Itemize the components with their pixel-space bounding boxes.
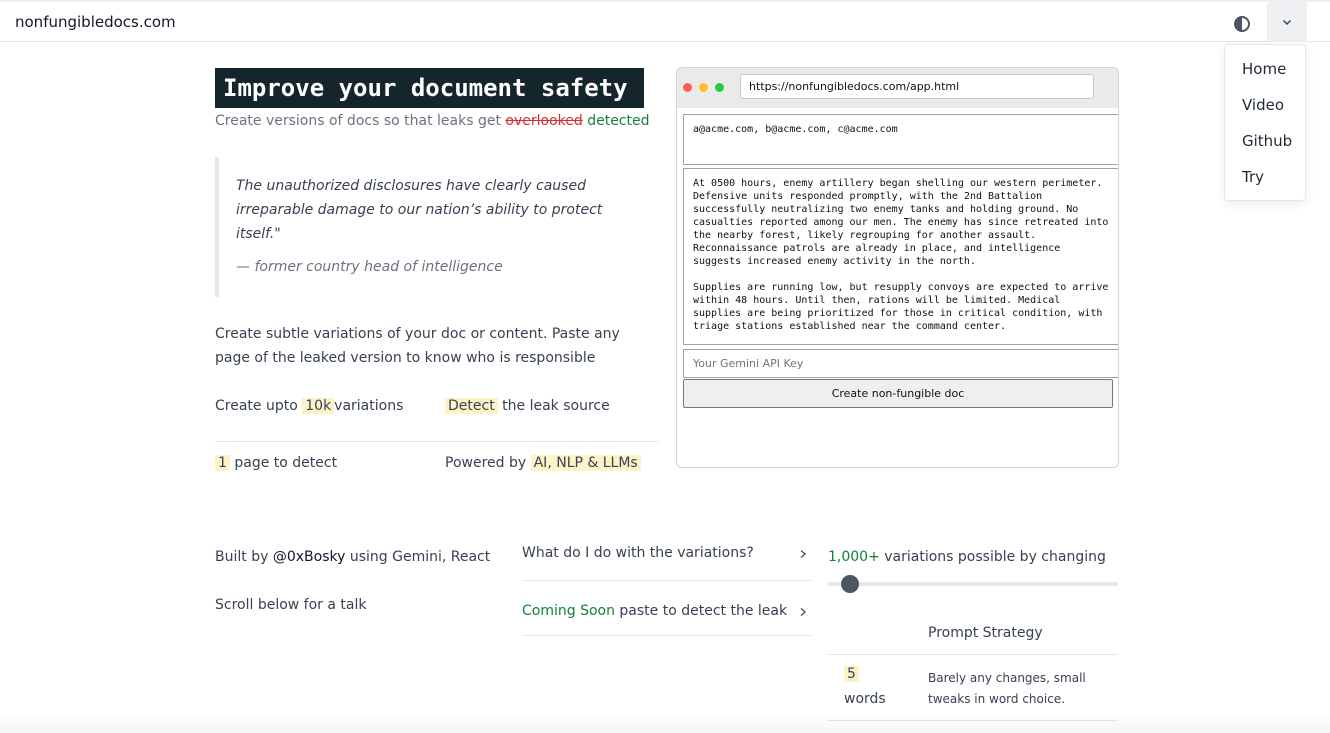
subtitle-strikethrough: overlooked	[505, 113, 583, 129]
document-paragraph-2: Supplies are running low, but resupply c…	[693, 282, 1109, 332]
scroll-hint: Scroll below for a talk	[215, 597, 367, 613]
stat-pages: 1 page to detect	[215, 451, 337, 475]
create-doc-button[interactable]: Create non-fungible doc	[683, 379, 1113, 408]
nav-dropdown-menu: Home Video Github Try	[1224, 44, 1306, 201]
stats-divider	[215, 441, 658, 442]
theme-toggle-button[interactable]	[1230, 12, 1254, 36]
table-row-unit: words	[844, 691, 886, 707]
hero-subtitle: Create versions of docs so that leaks ge…	[215, 113, 650, 129]
stat-powered-pre: Powered by	[445, 455, 527, 471]
brand-link[interactable]: nonfungibledocs.com	[15, 13, 176, 31]
stat-variations-pre: Create upto	[215, 398, 298, 414]
built-by-text: Built by @0xBosky using Gemini, React	[215, 549, 490, 565]
intelligence-quote: The unauthorized disclosures have clearl…	[215, 157, 635, 297]
subtitle-prefix: Create versions of docs so that leaks ge…	[215, 113, 506, 129]
faq-variations[interactable]: What do I do with the variations?	[522, 537, 812, 581]
coming-soon-label: Coming Soon	[522, 603, 615, 619]
hero-title: Improve your document safety	[215, 68, 644, 108]
subtitle-highlight: detected	[587, 113, 650, 129]
stat-detect: Detect the leak source	[445, 394, 610, 418]
stat-detect-value: Detect	[445, 398, 498, 414]
stat-detect-post: the leak source	[502, 398, 610, 414]
address-bar[interactable]: https://nonfungibledocs.com/app.html	[740, 74, 1094, 99]
browser-toolbar: https://nonfungibledocs.com/app.html	[677, 68, 1118, 108]
chevron-right-icon	[800, 549, 807, 559]
product-description: Create subtle variations of your doc or …	[215, 326, 620, 366]
menu-item-video[interactable]: Video	[1242, 96, 1284, 114]
strategy-table-header: Prompt Strategy	[928, 625, 1043, 641]
menu-item-home[interactable]: Home	[1242, 60, 1286, 78]
minimize-dot-icon	[699, 83, 708, 92]
half-circle-icon	[1234, 16, 1250, 32]
stat-variations: Create upto 10k variations	[215, 394, 403, 418]
faq-detect-text: paste to detect the leak	[614, 603, 788, 619]
built-post: using Gemini, React	[345, 549, 491, 565]
word-count-value: 5	[844, 666, 859, 682]
maximize-dot-icon	[715, 83, 724, 92]
stat-variations-value: 10k	[302, 398, 335, 414]
chevron-right-icon	[800, 607, 807, 617]
stat-powered-value: AI, NLP & LLMs	[530, 455, 641, 471]
quote-text: The unauthorized disclosures have clearl…	[236, 178, 603, 242]
variation-slider-track[interactable]	[828, 582, 1118, 586]
table-row-description: Barely any changes, small tweaks in word…	[928, 671, 1086, 706]
stat-variations-post: variations	[334, 398, 404, 414]
stat-powered: Powered by AI, NLP & LLMs	[445, 451, 641, 475]
variations-text: variations possible by changing	[879, 549, 1106, 565]
page-fade	[0, 713, 1330, 733]
built-pre: Built by	[215, 549, 273, 565]
stat-pages-value: 1	[215, 455, 230, 471]
menu-toggle-button[interactable]	[1267, 2, 1307, 42]
top-header: nonfungibledocs.com	[0, 2, 1330, 42]
quote-author: — former country head of intelligence	[236, 259, 503, 275]
chevron-down-icon	[1283, 20, 1291, 25]
stat-pages-post: page to detect	[234, 455, 338, 471]
faq-variations-label: What do I do with the variations?	[522, 545, 754, 561]
close-dot-icon	[683, 83, 692, 92]
emails-textarea[interactable]: a@acme.com, b@acme.com, c@acme.com	[683, 114, 1118, 165]
faq-detect-label: Coming Soon paste to detect the leak	[522, 603, 787, 619]
table-row-number: 5	[844, 666, 859, 682]
faq-detect-leak[interactable]: Coming Soon paste to detect the leak	[522, 592, 812, 636]
app-preview-window: https://nonfungibledocs.com/app.html a@a…	[676, 67, 1119, 468]
author-handle-link[interactable]: @0xBosky	[273, 549, 346, 565]
menu-item-try[interactable]: Try	[1242, 168, 1264, 186]
variations-count: 1,000+	[828, 549, 880, 565]
variation-slider-thumb[interactable]	[840, 575, 859, 593]
variations-heading: 1,000+ variations possible by changing	[828, 549, 1106, 565]
document-paragraph-1: At 0500 hours, enemy artillery began she…	[693, 178, 1109, 267]
table-divider	[828, 654, 1118, 655]
menu-item-github[interactable]: Github	[1242, 132, 1292, 150]
api-key-input[interactable]: Your Gemini API Key	[683, 349, 1118, 378]
document-textarea[interactable]: At 0500 hours, enemy artillery began she…	[683, 168, 1118, 345]
